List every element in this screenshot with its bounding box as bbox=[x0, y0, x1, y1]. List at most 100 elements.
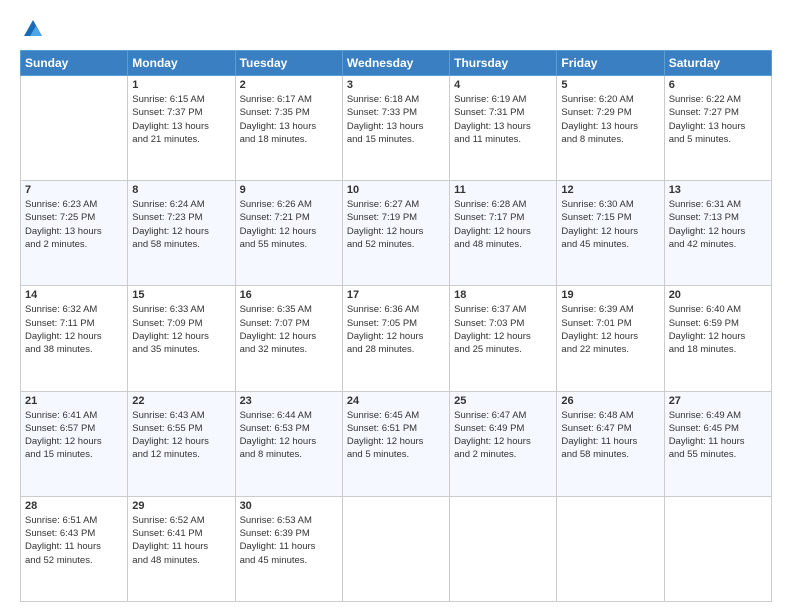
calendar-cell: 11Sunrise: 6:28 AMSunset: 7:17 PMDayligh… bbox=[450, 181, 557, 286]
cell-line: Sunrise: 6:39 AM bbox=[561, 303, 659, 316]
calendar-cell: 16Sunrise: 6:35 AMSunset: 7:07 PMDayligh… bbox=[235, 286, 342, 391]
calendar-cell: 22Sunrise: 6:43 AMSunset: 6:55 PMDayligh… bbox=[128, 391, 235, 496]
page: SundayMondayTuesdayWednesdayThursdayFrid… bbox=[0, 0, 792, 612]
cell-line: Sunset: 6:57 PM bbox=[25, 422, 123, 435]
day-number: 13 bbox=[669, 184, 767, 196]
cell-line: and 58 minutes. bbox=[561, 448, 659, 461]
cell-line: Sunset: 7:09 PM bbox=[132, 317, 230, 330]
cell-line: and 15 minutes. bbox=[25, 448, 123, 461]
day-number: 18 bbox=[454, 289, 552, 301]
cell-line: Sunrise: 6:26 AM bbox=[240, 198, 338, 211]
cell-line: Sunrise: 6:48 AM bbox=[561, 409, 659, 422]
cell-line: Daylight: 12 hours bbox=[132, 435, 230, 448]
cell-line: and 12 minutes. bbox=[132, 448, 230, 461]
cell-line: Sunset: 7:03 PM bbox=[454, 317, 552, 330]
cell-line: Sunrise: 6:23 AM bbox=[25, 198, 123, 211]
calendar-table: SundayMondayTuesdayWednesdayThursdayFrid… bbox=[20, 50, 772, 602]
cell-line: and 58 minutes. bbox=[132, 238, 230, 251]
cell-line: Sunrise: 6:36 AM bbox=[347, 303, 445, 316]
calendar-cell: 5Sunrise: 6:20 AMSunset: 7:29 PMDaylight… bbox=[557, 76, 664, 181]
cell-line: and 55 minutes. bbox=[240, 238, 338, 251]
day-number: 15 bbox=[132, 289, 230, 301]
cell-line: Daylight: 12 hours bbox=[25, 435, 123, 448]
calendar-cell: 7Sunrise: 6:23 AMSunset: 7:25 PMDaylight… bbox=[21, 181, 128, 286]
day-number: 10 bbox=[347, 184, 445, 196]
cell-line: Sunrise: 6:30 AM bbox=[561, 198, 659, 211]
header bbox=[20, 18, 772, 40]
calendar-cell: 26Sunrise: 6:48 AMSunset: 6:47 PMDayligh… bbox=[557, 391, 664, 496]
cell-line: and 15 minutes. bbox=[347, 133, 445, 146]
calendar-cell bbox=[664, 496, 771, 601]
day-number: 3 bbox=[347, 79, 445, 91]
day-number: 20 bbox=[669, 289, 767, 301]
calendar-cell: 17Sunrise: 6:36 AMSunset: 7:05 PMDayligh… bbox=[342, 286, 449, 391]
calendar-cell: 2 Sunrise: 6:17 AMSunset: 7:35 PMDaylight… bbox=[235, 76, 342, 181]
cell-line: Sunset: 6:43 PM bbox=[25, 527, 123, 540]
day-number: 26 bbox=[561, 395, 659, 407]
day-number: 5 bbox=[561, 79, 659, 91]
cell-line: Daylight: 12 hours bbox=[669, 330, 767, 343]
cell-line: and 38 minutes. bbox=[25, 343, 123, 356]
cell-line: Sunrise: 6:41 AM bbox=[25, 409, 123, 422]
cell-line: Daylight: 12 hours bbox=[25, 330, 123, 343]
cell-line: Sunrise: 6:20 AM bbox=[561, 93, 659, 106]
cell-line: Sunset: 6:49 PM bbox=[454, 422, 552, 435]
cell-line: Daylight: 12 hours bbox=[454, 225, 552, 238]
cell-line: Sunset: 7:13 PM bbox=[669, 211, 767, 224]
calendar-cell: 21Sunrise: 6:41 AMSunset: 6:57 PMDayligh… bbox=[21, 391, 128, 496]
cell-line: Sunrise: 6:17 AM bbox=[240, 93, 338, 106]
cell-line: Daylight: 12 hours bbox=[132, 225, 230, 238]
day-number: 1 bbox=[132, 79, 230, 91]
cell-line: Sunset: 7:07 PM bbox=[240, 317, 338, 330]
cell-line: Daylight: 12 hours bbox=[347, 225, 445, 238]
calendar-cell: 29Sunrise: 6:52 AMSunset: 6:41 PMDayligh… bbox=[128, 496, 235, 601]
cell-line: Daylight: 12 hours bbox=[240, 330, 338, 343]
calendar-cell: 18Sunrise: 6:37 AMSunset: 7:03 PMDayligh… bbox=[450, 286, 557, 391]
cell-line: Sunrise: 6:24 AM bbox=[132, 198, 230, 211]
cell-line: Daylight: 12 hours bbox=[669, 225, 767, 238]
cell-line: and 48 minutes. bbox=[132, 554, 230, 567]
header-tuesday: Tuesday bbox=[235, 51, 342, 76]
cell-line: and 8 minutes. bbox=[561, 133, 659, 146]
calendar-cell bbox=[450, 496, 557, 601]
cell-line: Sunset: 7:11 PM bbox=[25, 317, 123, 330]
cell-line: Sunset: 7:33 PM bbox=[347, 106, 445, 119]
cell-line: Sunset: 7:31 PM bbox=[454, 106, 552, 119]
cell-line: Sunset: 6:55 PM bbox=[132, 422, 230, 435]
day-number: 8 bbox=[132, 184, 230, 196]
cell-line: Daylight: 13 hours bbox=[25, 225, 123, 238]
cell-line: Sunset: 7:15 PM bbox=[561, 211, 659, 224]
cell-line: Daylight: 11 hours bbox=[561, 435, 659, 448]
cell-line: Sunset: 7:35 PM bbox=[240, 106, 338, 119]
cell-line: Sunset: 6:41 PM bbox=[132, 527, 230, 540]
cell-line: Daylight: 11 hours bbox=[669, 435, 767, 448]
cell-line: Sunset: 7:27 PM bbox=[669, 106, 767, 119]
day-number: 6 bbox=[669, 79, 767, 91]
cell-line: and 32 minutes. bbox=[240, 343, 338, 356]
cell-line: Sunrise: 6:33 AM bbox=[132, 303, 230, 316]
header-thursday: Thursday bbox=[450, 51, 557, 76]
day-number: 9 bbox=[240, 184, 338, 196]
day-number: 25 bbox=[454, 395, 552, 407]
cell-line: Daylight: 13 hours bbox=[240, 120, 338, 133]
cell-line: Daylight: 12 hours bbox=[561, 330, 659, 343]
day-number: 28 bbox=[25, 500, 123, 512]
header-sunday: Sunday bbox=[21, 51, 128, 76]
cell-line: and 11 minutes. bbox=[454, 133, 552, 146]
cell-line: Sunrise: 6:45 AM bbox=[347, 409, 445, 422]
cell-line: Sunrise: 6:27 AM bbox=[347, 198, 445, 211]
day-number: 2 bbox=[240, 79, 338, 91]
calendar-cell: 12Sunrise: 6:30 AMSunset: 7:15 PMDayligh… bbox=[557, 181, 664, 286]
day-number: 22 bbox=[132, 395, 230, 407]
cell-line: and 22 minutes. bbox=[561, 343, 659, 356]
cell-line: and 52 minutes. bbox=[347, 238, 445, 251]
cell-line: Daylight: 13 hours bbox=[669, 120, 767, 133]
calendar-cell: 3Sunrise: 6:18 AMSunset: 7:33 PMDaylight… bbox=[342, 76, 449, 181]
calendar-cell: 28Sunrise: 6:51 AMSunset: 6:43 PMDayligh… bbox=[21, 496, 128, 601]
cell-line: Sunset: 7:21 PM bbox=[240, 211, 338, 224]
cell-line: Daylight: 13 hours bbox=[347, 120, 445, 133]
calendar-cell: 24Sunrise: 6:45 AMSunset: 6:51 PMDayligh… bbox=[342, 391, 449, 496]
cell-line: and 45 minutes. bbox=[561, 238, 659, 251]
cell-line: Daylight: 13 hours bbox=[132, 120, 230, 133]
day-number: 27 bbox=[669, 395, 767, 407]
